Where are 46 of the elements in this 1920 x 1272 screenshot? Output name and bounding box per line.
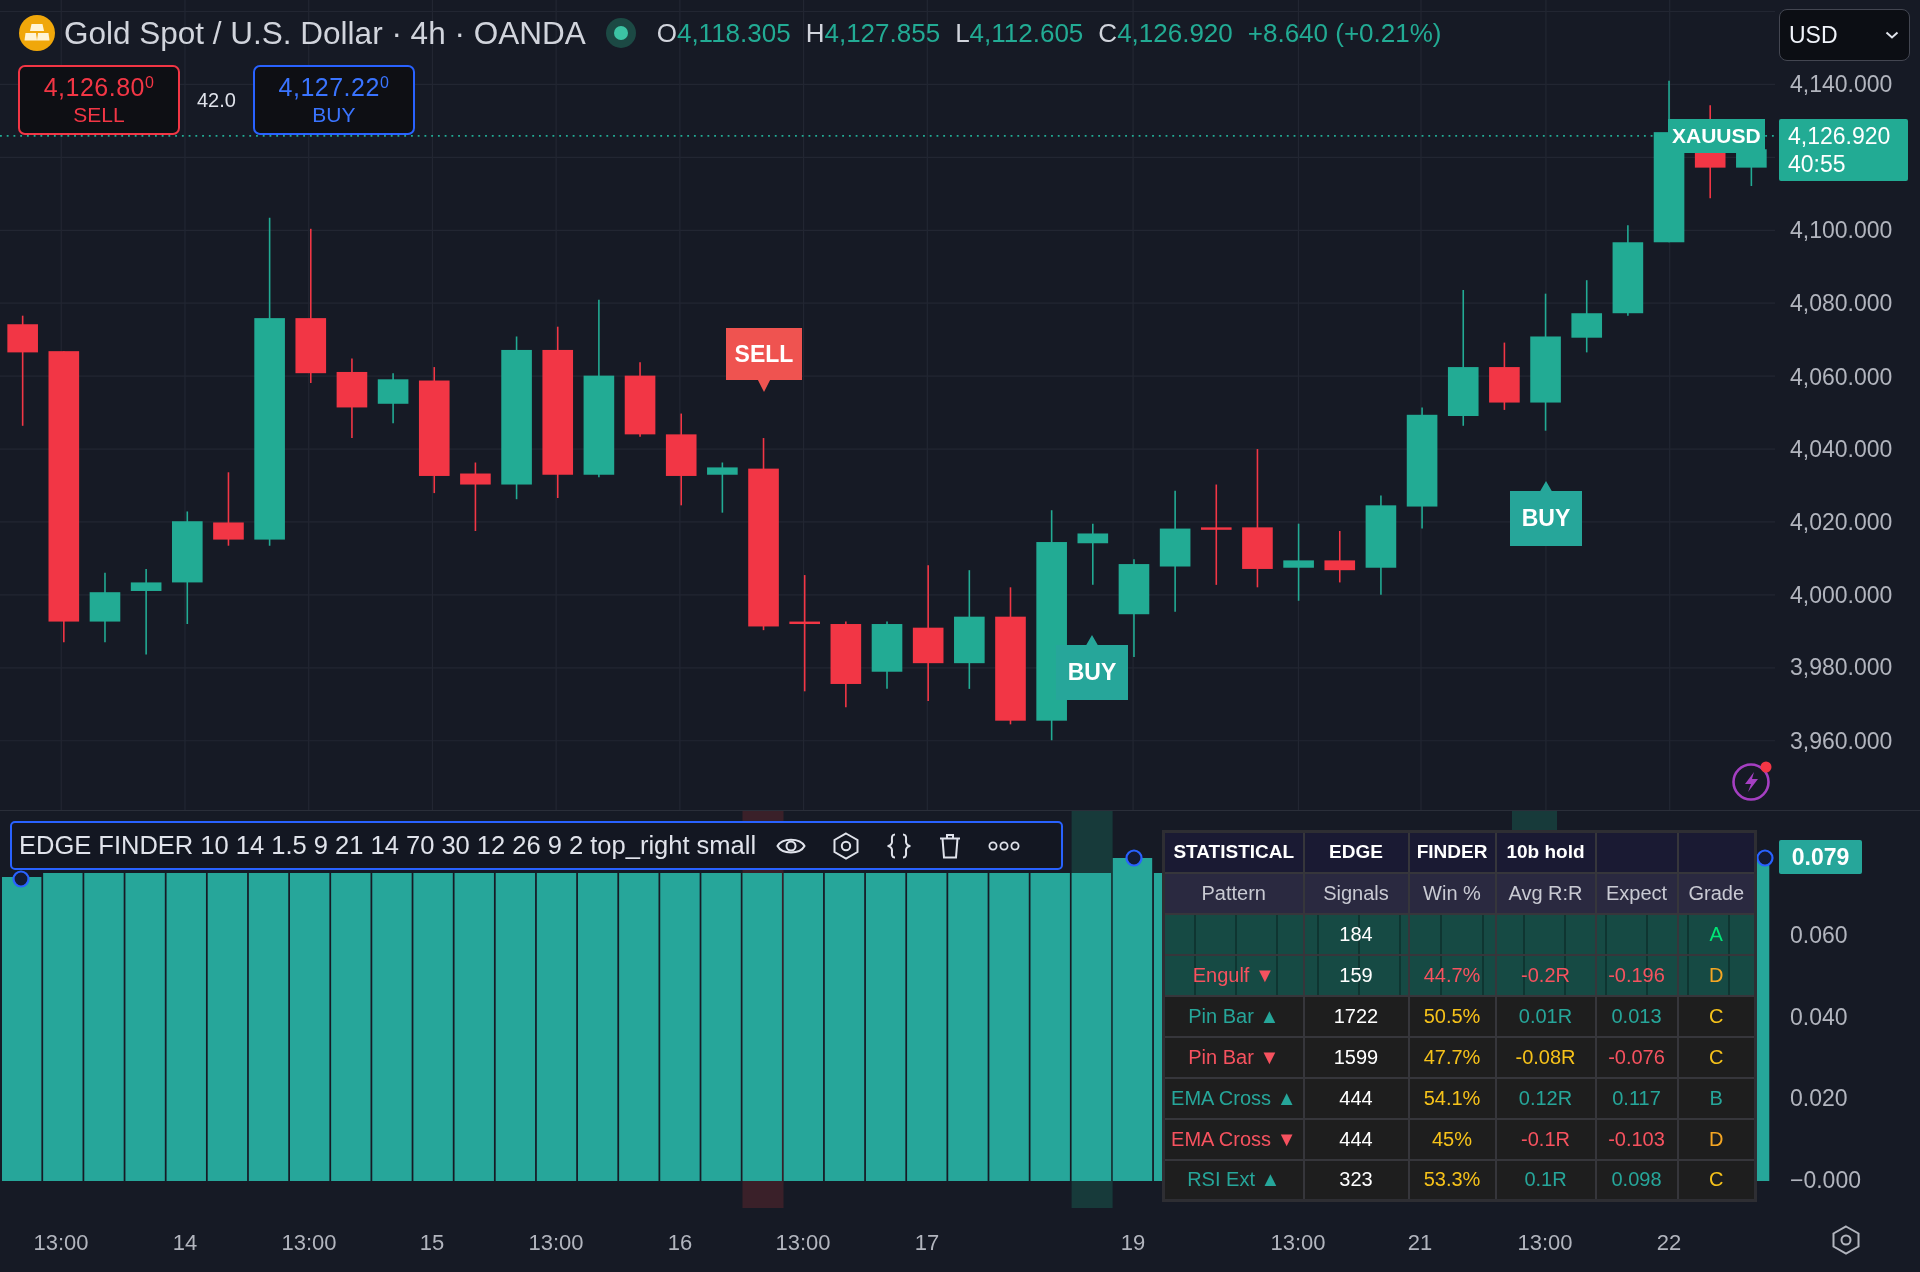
last-price-value: 4,126.920 xyxy=(1788,122,1892,150)
price-axis-label: 4,060.000 xyxy=(1790,363,1893,391)
more-icon[interactable] xyxy=(988,840,1021,851)
settings-icon[interactable] xyxy=(1832,1225,1860,1255)
time-axis-label: 13:00 xyxy=(1517,1229,1573,1257)
time-axis-label: 19 xyxy=(1120,1229,1146,1257)
lightning-icon[interactable] xyxy=(1731,760,1773,802)
ohlc-reading: H4,127.855 xyxy=(805,17,941,49)
time-axis-label: 21 xyxy=(1407,1229,1433,1257)
price-change: +8.640 (+0.21%) xyxy=(1247,17,1442,49)
ohlc-reading: L4,112.605 xyxy=(955,17,1084,49)
bar-countdown: 40:55 xyxy=(1788,150,1847,178)
trash-icon[interactable] xyxy=(939,832,962,859)
indicator-axis-label: −0.000 xyxy=(1790,1165,1861,1194)
price-axis-label: 4,080.000 xyxy=(1790,289,1893,317)
currency-dropdown[interactable]: USD xyxy=(1779,9,1910,61)
time-axis-label: 13:00 xyxy=(1270,1229,1326,1257)
time-axis-label: 13:00 xyxy=(528,1229,584,1257)
indicator-axis-label: 0.020 xyxy=(1790,1084,1848,1112)
time-axis-label: 22 xyxy=(1656,1229,1682,1257)
time-axis-label: 15 xyxy=(419,1229,445,1257)
time-axis-label: 13:00 xyxy=(33,1229,89,1257)
ohlc-reading: O4,118.305 xyxy=(656,17,791,49)
price-axis-label: 4,000.000 xyxy=(1790,581,1893,609)
highlight-band xyxy=(1512,811,1557,830)
indicator-axis-label: 0.040 xyxy=(1790,1002,1848,1031)
time-axis-label: 16 xyxy=(667,1229,693,1257)
braces-icon[interactable] xyxy=(886,832,913,859)
ohlc-reading: C4,126.920 xyxy=(1098,17,1233,49)
price-axis-label: 4,140.000 xyxy=(1790,70,1893,98)
price-axis-label: 4,100.000 xyxy=(1790,216,1893,244)
price-axis-label: 3,960.000 xyxy=(1790,727,1893,755)
time-axis-label: 13:00 xyxy=(281,1229,337,1257)
time-axis-label: 17 xyxy=(914,1229,940,1257)
chevron-down-icon xyxy=(1885,31,1899,39)
time-axis-label: 14 xyxy=(172,1229,198,1257)
time-axis-label: 13:00 xyxy=(775,1229,831,1257)
price-axis-label: 3,980.000 xyxy=(1790,653,1893,681)
price-axis-label: 4,020.000 xyxy=(1790,508,1893,536)
symbol-title[interactable]: Gold Spot / U.S. Dollar · 4h · OANDA xyxy=(64,14,586,52)
indicator-axis-label: 0.060 xyxy=(1790,921,1848,949)
indicator-legend[interactable]: EDGE FINDER 10 14 1.5 9 21 14 70 30 12 26 9 2 top_right small xyxy=(10,821,1063,870)
ingots-icon xyxy=(19,15,55,51)
indicator-title[interactable]: EDGE FINDER 10 14 1.5 9 21 14 70 30 12 26 9 2 top_right small xyxy=(19,831,757,860)
indicator-value-tag: 0.079 xyxy=(1779,840,1862,874)
price-axis-label: 4,040.000 xyxy=(1790,435,1893,463)
